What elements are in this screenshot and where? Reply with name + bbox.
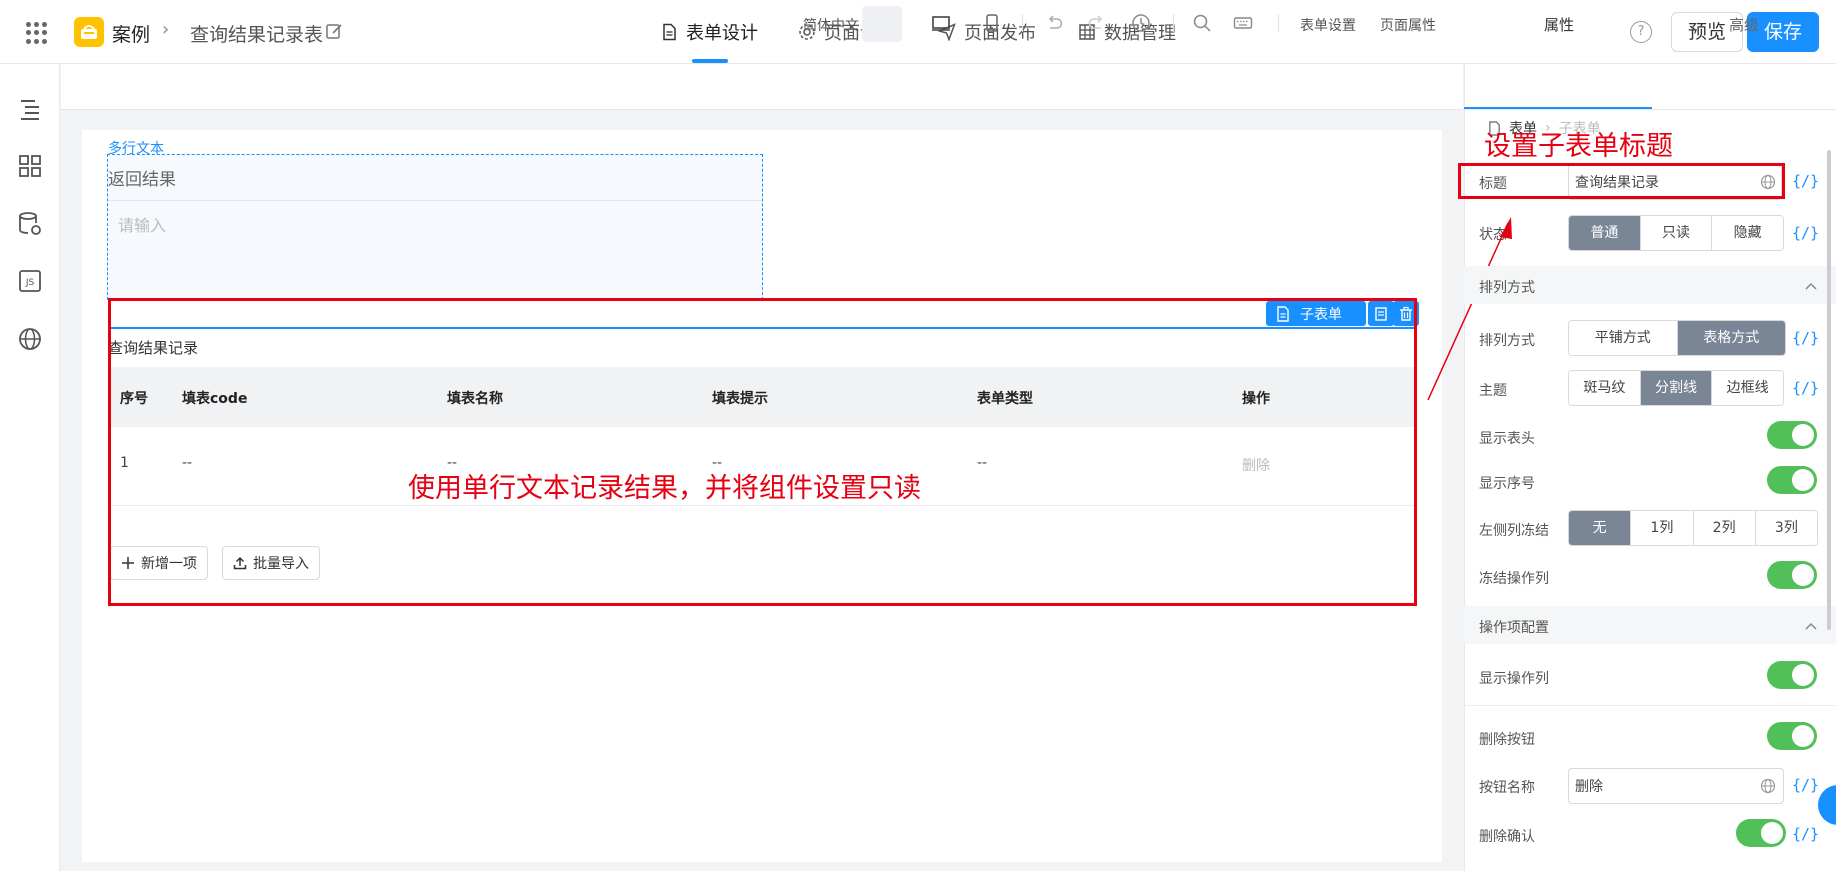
freeze-option-none[interactable]: 无: [1569, 511, 1632, 545]
canvas-toolbar: [61, 64, 1463, 110]
edit-icon[interactable]: [325, 22, 343, 40]
breadcrumb-separator-icon: ›: [162, 19, 170, 40]
properties-tab-indicator: [1464, 107, 1652, 109]
help-icon[interactable]: ?: [1630, 21, 1652, 43]
toolbar-separator: [1022, 14, 1023, 32]
app-logo: [74, 17, 104, 47]
chevron-up-icon[interactable]: [1804, 281, 1818, 291]
desktop-icon[interactable]: [931, 13, 951, 33]
toolbar-separator: [1173, 14, 1174, 32]
status-option-hidden[interactable]: 隐藏: [1712, 216, 1783, 250]
freeze-left-label: 左侧列冻结: [1479, 523, 1549, 539]
layout-section-label: 排列方式: [1479, 280, 1535, 296]
show-index-label: 显示序号: [1479, 476, 1535, 492]
expression-binding-button[interactable]: {/}: [1792, 224, 1819, 242]
expression-binding-button[interactable]: {/}: [1792, 825, 1819, 843]
desktop-view-active-bg: [862, 6, 902, 42]
data-source-icon[interactable]: [17, 211, 43, 237]
keyboard-icon[interactable]: [1233, 13, 1253, 33]
page-properties-link[interactable]: 页面属性: [1380, 15, 1436, 35]
document-icon: [663, 23, 676, 41]
history-icon[interactable]: [1131, 13, 1151, 33]
annotation-highlight-subform: [108, 298, 1417, 606]
status-option-normal[interactable]: 普通: [1569, 216, 1641, 250]
panel-scrollbar[interactable]: [1827, 150, 1831, 630]
layout-option-tile[interactable]: 平铺方式: [1569, 321, 1678, 355]
layout-option-table[interactable]: 表格方式: [1677, 321, 1785, 355]
javascript-icon[interactable]: JS: [17, 268, 43, 294]
search-icon[interactable]: [1192, 13, 1212, 33]
undo-icon[interactable]: [1044, 13, 1064, 33]
button-name-input[interactable]: 删除: [1568, 768, 1784, 804]
show-action-label: 显示操作列: [1479, 671, 1549, 687]
expression-binding-button[interactable]: {/}: [1792, 329, 1819, 347]
active-tab-indicator: [692, 59, 728, 63]
layout-label: 排列方式: [1479, 333, 1535, 349]
annotation-highlight-title: [1458, 163, 1785, 199]
properties-tabs: [1464, 64, 1836, 110]
theme-option-zebra[interactable]: 斑马纹: [1569, 371, 1641, 405]
form-settings-link[interactable]: 表单设置: [1300, 15, 1356, 35]
tab-advanced[interactable]: 高级: [1729, 14, 1759, 35]
outline-tree-icon[interactable]: [17, 96, 43, 122]
language-select[interactable]: 简体中文: [803, 15, 859, 35]
multiline-textarea[interactable]: 请输入: [118, 212, 166, 236]
freeze-action-toggle[interactable]: [1767, 561, 1817, 589]
freeze-left-segmented: 无 1列 2列 3列: [1568, 510, 1818, 546]
annotation-text-main: 使用单行文本记录结果，并将组件设置只读: [408, 473, 921, 504]
delete-button-label: 删除按钮: [1479, 732, 1535, 748]
theme-option-divider[interactable]: 分割线: [1640, 371, 1713, 405]
globe-icon[interactable]: [1760, 778, 1776, 794]
delete-confirm-label: 删除确认: [1479, 829, 1535, 845]
multiline-field-title: 返回结果: [108, 170, 176, 190]
components-icon[interactable]: [17, 153, 43, 179]
svg-text:JS: JS: [25, 278, 35, 288]
expression-binding-button[interactable]: {/}: [1792, 776, 1819, 794]
expression-binding-button[interactable]: {/}: [1792, 379, 1819, 397]
show-index-toggle[interactable]: [1767, 466, 1817, 494]
status-segmented: 普通 只读 隐藏: [1568, 215, 1784, 251]
expression-binding-button[interactable]: {/}: [1792, 172, 1819, 190]
annotation-arrow: [1427, 217, 1512, 401]
action-section-label: 操作项配置: [1479, 620, 1549, 636]
delete-button-toggle[interactable]: [1767, 722, 1817, 750]
theme-segmented: 斑马纹 分割线 边框线: [1568, 370, 1784, 406]
multiline-text-component[interactable]: [107, 154, 763, 300]
tab-form-design-label: 表单设计: [686, 23, 758, 44]
tab-properties[interactable]: 属性: [1544, 14, 1574, 35]
tab-form-design[interactable]: 表单设计: [660, 19, 758, 45]
globe-icon[interactable]: [17, 326, 43, 352]
theme-label: 主题: [1479, 383, 1507, 399]
mobile-icon[interactable]: [982, 13, 1002, 33]
freeze-option-3[interactable]: 3列: [1755, 511, 1817, 545]
apps-grid-icon[interactable]: [26, 22, 48, 44]
layout-segmented: 平铺方式 表格方式: [1568, 320, 1786, 356]
freeze-option-2[interactable]: 2列: [1693, 511, 1756, 545]
button-name-value: 删除: [1575, 779, 1603, 795]
breadcrumb-app[interactable]: 案例: [112, 20, 150, 47]
panel-divider: [1464, 705, 1836, 706]
left-rail: [0, 64, 60, 871]
multiline-divider: [108, 200, 762, 201]
breadcrumb-page: 查询结果记录表: [190, 24, 324, 46]
theme-option-border[interactable]: 边框线: [1712, 371, 1783, 405]
show-action-toggle[interactable]: [1767, 661, 1817, 689]
freeze-action-label: 冻结操作列: [1479, 571, 1549, 587]
button-name-label: 按钮名称: [1479, 780, 1535, 796]
show-header-label: 显示表头: [1479, 431, 1535, 447]
status-option-readonly[interactable]: 只读: [1640, 216, 1713, 250]
chevron-up-icon[interactable]: [1804, 621, 1818, 631]
toolbar-separator: [1278, 14, 1279, 32]
delete-confirm-toggle[interactable]: [1736, 819, 1786, 847]
redo-icon[interactable]: [1087, 13, 1107, 33]
freeze-option-1[interactable]: 1列: [1631, 511, 1694, 545]
annotation-text-title: 设置子表单标题: [1484, 131, 1673, 162]
show-header-toggle[interactable]: [1767, 421, 1817, 449]
